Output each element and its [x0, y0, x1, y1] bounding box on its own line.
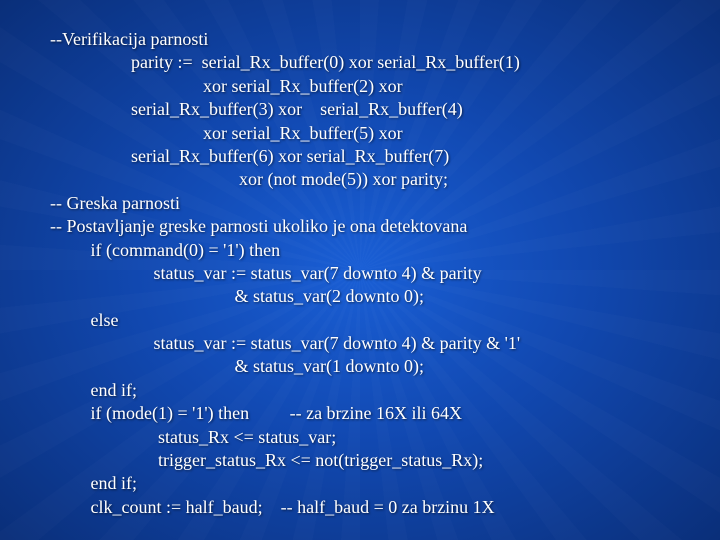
- code-block: --Verifikacija parnosti parity := serial…: [50, 28, 690, 519]
- code-line: --Verifikacija parnosti: [50, 29, 208, 49]
- code-line: parity := serial_Rx_buffer(0) xor serial…: [50, 52, 520, 72]
- code-line: status_Rx <= status_var;: [50, 427, 336, 447]
- code-line: xor serial_Rx_buffer(2) xor: [50, 76, 403, 96]
- code-line: xor (not mode(5)) xor parity;: [50, 169, 448, 189]
- code-line: if (command(0) = '1') then: [50, 240, 280, 260]
- code-line: -- Greska parnosti: [50, 193, 180, 213]
- code-line: status_var := status_var(7 downto 4) & p…: [50, 333, 520, 353]
- code-line: serial_Rx_buffer(3) xor serial_Rx_buffer…: [50, 99, 463, 119]
- code-line: serial_Rx_buffer(6) xor serial_Rx_buffer…: [50, 146, 449, 166]
- code-line: clk_count := half_baud; -- half_baud = 0…: [50, 497, 495, 517]
- code-line: else: [50, 310, 118, 330]
- code-line: & status_var(1 downto 0);: [50, 356, 424, 376]
- code-line: end if;: [50, 380, 137, 400]
- code-line: if (mode(1) = '1') then -- za brzine 16X…: [50, 403, 462, 423]
- code-line: trigger_status_Rx <= not(trigger_status_…: [50, 450, 483, 470]
- code-line: -- Postavljanje greske parnosti ukoliko …: [50, 216, 467, 236]
- code-line: status_var := status_var(7 downto 4) & p…: [50, 263, 482, 283]
- code-line: end if;: [50, 473, 137, 493]
- code-line: & status_var(2 downto 0);: [50, 286, 424, 306]
- code-line: xor serial_Rx_buffer(5) xor: [50, 123, 403, 143]
